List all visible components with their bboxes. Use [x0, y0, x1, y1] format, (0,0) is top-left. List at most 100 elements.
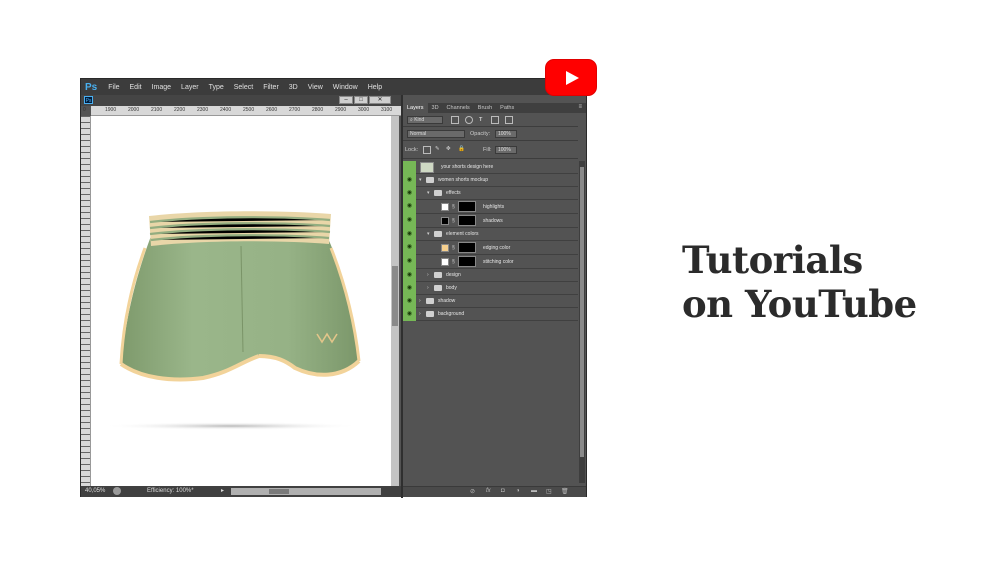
filter-pixel-icon[interactable]: [451, 116, 459, 124]
chevron-right-icon[interactable]: ›: [427, 272, 429, 278]
menu-file[interactable]: File: [103, 84, 124, 91]
visibility-toggle[interactable]: [403, 161, 416, 174]
menu-help[interactable]: Help: [363, 84, 387, 91]
eye-icon[interactable]: ◉: [403, 174, 416, 187]
layer-name: your shorts design here: [441, 164, 494, 170]
tab-brush[interactable]: Brush: [474, 103, 496, 113]
eye-icon[interactable]: ◉: [403, 241, 416, 255]
filter-adjustment-icon[interactable]: [465, 116, 473, 124]
layer-row[interactable]: ◉ ▾ effects: [403, 187, 578, 200]
document-canvas[interactable]: [91, 116, 391, 486]
layer-row[interactable]: ◉ › design: [403, 269, 578, 282]
add-mask-icon[interactable]: ◘: [501, 488, 505, 494]
menu-layer[interactable]: Layer: [176, 84, 204, 91]
filter-kind-select[interactable]: ⌕ Kind: [407, 116, 443, 124]
layer-row[interactable]: ◉ › body: [403, 282, 578, 295]
ruler-tick: 2300: [197, 107, 209, 113]
ruler-tick: 2200: [174, 107, 186, 113]
layer-row[interactable]: ◉ ▾ women shorts mockup: [403, 174, 578, 187]
zoom-level[interactable]: 40,05%: [85, 488, 105, 494]
layer-name: background: [438, 311, 465, 317]
filter-type-icon[interactable]: T: [479, 117, 482, 123]
menu-edit[interactable]: Edit: [125, 84, 147, 91]
status-arrow-icon[interactable]: ▸: [221, 487, 224, 494]
menu-filter[interactable]: Filter: [258, 84, 284, 91]
left-ruler: [81, 116, 91, 486]
chevron-right-icon[interactable]: ›: [419, 298, 421, 304]
layer-row[interactable]: ◉ § highlights: [403, 200, 578, 214]
ruler-tick: 3000: [358, 107, 370, 113]
link-layers-icon[interactable]: ⊘: [470, 488, 475, 495]
lock-transparent-icon[interactable]: [423, 146, 431, 154]
chevron-down-icon[interactable]: ▾: [419, 177, 422, 183]
tab-paths[interactable]: Paths: [496, 103, 518, 113]
eye-icon[interactable]: ◉: [403, 308, 416, 321]
ruler-tick: 1900: [105, 107, 117, 113]
tab-3d[interactable]: 3D: [428, 103, 443, 113]
layers-scrollbar[interactable]: [579, 161, 585, 483]
adjustment-thumbnail: [441, 203, 449, 211]
filter-shape-icon[interactable]: [491, 116, 499, 124]
layer-name: highlights: [483, 204, 505, 210]
chevron-down-icon[interactable]: ▾: [427, 190, 430, 196]
lock-brush-icon[interactable]: ✎: [435, 146, 440, 152]
layer-row[interactable]: ◉ ▾ element colors: [403, 228, 578, 241]
mask-thumbnail: [458, 242, 476, 253]
layer-style-icon[interactable]: fx: [486, 488, 491, 494]
new-group-icon[interactable]: ▬: [531, 488, 537, 494]
eye-icon[interactable]: ◉: [403, 228, 416, 241]
adjustment-layer-icon[interactable]: ◑: [516, 488, 520, 494]
eye-icon[interactable]: ◉: [403, 255, 416, 269]
eye-icon[interactable]: ◉: [403, 295, 416, 308]
efficiency-readout[interactable]: Efficiency: 100%*: [147, 488, 194, 494]
ruler-tick: 2800: [312, 107, 324, 113]
link-icon: §: [452, 259, 455, 265]
eye-icon[interactable]: ◉: [403, 200, 416, 214]
lock-move-icon[interactable]: ✥: [446, 146, 451, 152]
layer-row[interactable]: your shorts design here: [403, 161, 578, 174]
eye-icon[interactable]: ◉: [403, 214, 416, 228]
ruler-tick: 2400: [220, 107, 232, 113]
folder-icon: [434, 190, 442, 196]
canvas-vertical-scrollbar[interactable]: [391, 116, 399, 486]
menu-select[interactable]: Select: [229, 84, 258, 91]
restore-button[interactable]: □: [354, 96, 368, 104]
close-button[interactable]: ✕: [369, 96, 391, 104]
eye-icon[interactable]: ◉: [403, 269, 416, 282]
filter-smart-object-icon[interactable]: [505, 116, 513, 124]
panel-menu-icon[interactable]: ≡: [578, 104, 582, 110]
menu-view[interactable]: View: [303, 84, 328, 91]
delete-layer-icon[interactable]: 🗑: [561, 488, 569, 495]
layer-row[interactable]: ◉ › background: [403, 308, 578, 321]
layer-row[interactable]: ◉ › shadow: [403, 295, 578, 308]
chevron-right-icon[interactable]: ›: [427, 285, 429, 291]
folder-icon: [426, 177, 434, 183]
eye-icon[interactable]: ◉: [403, 282, 416, 295]
opacity-input[interactable]: 100%: [495, 130, 517, 138]
lock-all-icon[interactable]: 🔒: [458, 146, 465, 152]
minimize-button[interactable]: –: [339, 96, 353, 104]
layer-row[interactable]: ◉ § edging color: [403, 241, 578, 255]
chevron-down-icon[interactable]: ▾: [427, 231, 430, 237]
layer-filter-row: ⌕ Kind T: [403, 113, 578, 127]
chevron-right-icon[interactable]: ›: [419, 311, 421, 317]
menu-3d[interactable]: 3D: [284, 84, 303, 91]
ruler-tick: 2500: [243, 107, 255, 113]
smart-object-thumbnail: [420, 162, 434, 173]
canvas-horizontal-scrollbar[interactable]: [231, 488, 381, 495]
eye-icon[interactable]: ◉: [403, 187, 416, 200]
layer-row[interactable]: ◉ § shadows: [403, 214, 578, 228]
tab-layers[interactable]: Layers: [403, 103, 428, 113]
link-icon: §: [452, 245, 455, 251]
new-layer-icon[interactable]: ◳: [546, 488, 552, 495]
fill-input[interactable]: 100%: [495, 146, 517, 154]
blend-mode-select[interactable]: Normal: [407, 130, 465, 138]
menu-image[interactable]: Image: [147, 84, 176, 91]
menu-window[interactable]: Window: [328, 84, 363, 91]
menu-type[interactable]: Type: [204, 84, 229, 91]
tab-channels[interactable]: Channels: [443, 103, 474, 113]
layer-row[interactable]: ◉ § stitching color: [403, 255, 578, 269]
folder-icon: [426, 298, 434, 304]
link-icon: §: [452, 218, 455, 224]
info-icon[interactable]: [113, 487, 121, 495]
